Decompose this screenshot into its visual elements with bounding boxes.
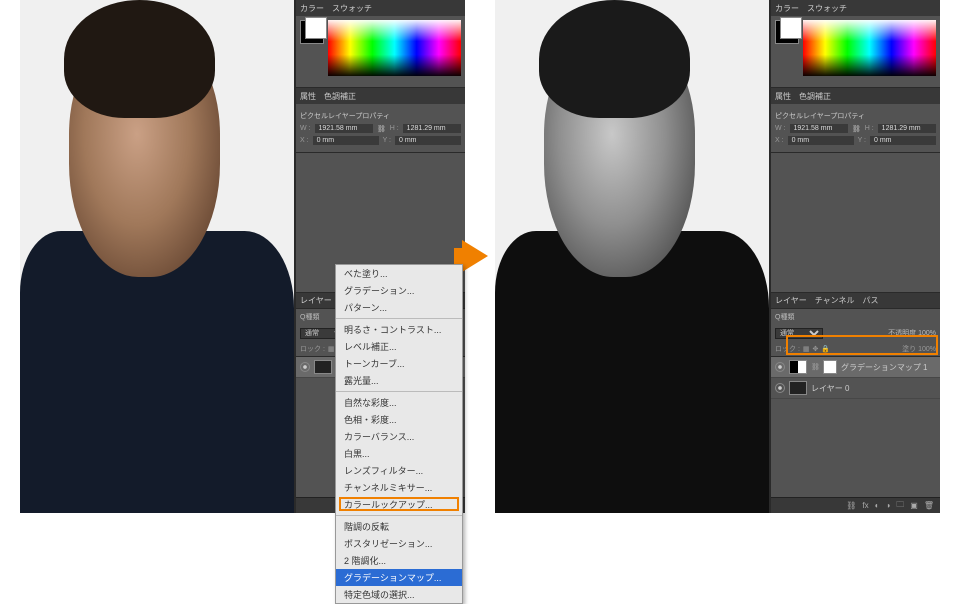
lock-all-icon[interactable]: 🔒 [821,345,830,353]
fill-value[interactable]: 100% [918,346,936,353]
menu-item[interactable]: グラデーション... [336,282,462,299]
menu-item[interactable]: 白黒... [336,445,462,462]
tab-channels[interactable]: チャンネル [815,295,855,306]
menu-item[interactable]: 明るさ・コントラスト... [336,321,462,338]
portrait-color [20,0,294,513]
color-tabbar: カラー スウォッチ [296,0,465,16]
x-field[interactable]: 0 mm [313,136,379,145]
x-field[interactable]: 0 mm [788,136,854,145]
layer-row-0[interactable]: レイヤー 0 [771,378,940,399]
portrait-bw [495,0,769,513]
lock-position-icon[interactable]: ✥ [813,345,819,353]
menu-item[interactable]: レンズフィルター... [336,462,462,479]
tab-properties[interactable]: 属性 [775,91,791,102]
menu-item[interactable]: チャンネルミキサー... [336,479,462,496]
menu-item[interactable]: 2 階調化... [336,552,462,569]
menu-item[interactable]: 特定色域の選択... [336,586,462,603]
visibility-icon[interactable] [775,383,785,393]
menu-item[interactable]: 階調の反転 [336,518,462,535]
menu-item[interactable]: カラーバランス... [336,428,462,445]
menu-item[interactable]: パターン... [336,299,462,316]
menu-item[interactable]: トーンカーブ... [336,355,462,372]
app-window-right: カラー スウォッチ 属性 色調補正 ピクセルレイヤープロパティ W : 1921… [495,0,940,513]
y-field[interactable]: 0 mm [395,136,461,145]
w-label: W : [300,125,311,132]
canvas-right[interactable] [495,0,770,513]
folder-icon[interactable]: 🗀 [896,499,904,513]
adjustment-layer-menu: べた塗り...グラデーション...パターン... 明るさ・コントラスト...レベル… [335,264,463,604]
menu-item[interactable]: ポスタリゼーション... [336,535,462,552]
fg-bg-swatch[interactable] [300,20,324,44]
link-icon[interactable]: ⛓ [811,363,819,371]
y-field[interactable]: 0 mm [870,136,936,145]
tab-color[interactable]: カラー [775,3,799,14]
right-panels-right: カラー スウォッチ 属性 色調補正 ピクセルレイヤープロパティ W : 1921… [770,0,940,513]
tab-swatches[interactable]: スウォッチ [807,3,847,14]
menu-item[interactable]: カラールックアップ... [336,496,462,513]
layer-thumb [314,360,332,374]
w-field[interactable]: 1921.58 mm [315,124,373,133]
tab-swatches[interactable]: スウォッチ [332,3,372,14]
tab-properties[interactable]: 属性 [300,91,316,102]
tab-color[interactable]: カラー [300,3,324,14]
visibility-icon[interactable] [300,362,310,372]
x-label: X : [300,137,309,144]
fg-bg-swatch[interactable] [775,20,799,44]
menu-item[interactable]: 露光量... [336,372,462,389]
kind-filter[interactable]: Q種類 [775,312,794,322]
h-field[interactable]: 1281.29 mm [403,124,461,133]
properties-panel: ピクセルレイヤープロパティ W : 1921.58 mm ⛓ H : 1281.… [296,104,465,153]
props-title: ピクセルレイヤープロパティ [300,111,390,121]
h-field[interactable]: 1281.29 mm [878,124,936,133]
tab-adjustments[interactable]: 色調補正 [799,91,831,102]
layer-name[interactable]: グラデーションマップ 1 [841,362,928,373]
mask-icon[interactable]: ◐ [875,501,880,510]
blend-mode-select[interactable]: 通常 [775,328,823,339]
kind-filter[interactable]: Q種類 [300,312,319,322]
lock-label: ロック : [300,344,325,354]
layers-panel-right: レイヤー チャンネル パス Q種類 通常 不透明度 100% ロック : ▦ ✥… [771,292,940,513]
arrow-icon [462,240,488,272]
tab-layers[interactable]: レイヤー [300,295,332,306]
tab-paths[interactable]: パス [863,295,879,306]
layer-row-gradmap[interactable]: ⛓ グラデーションマップ 1 [771,357,940,378]
props-tabbar: 属性 色調補正 [296,88,465,104]
menu-item[interactable]: レベル補正... [336,338,462,355]
menu-item[interactable]: 自然な彩度... [336,394,462,411]
menu-item[interactable]: 色相・彩度... [336,411,462,428]
visibility-icon[interactable] [775,362,785,372]
color-panel [296,16,465,88]
adjustment-thumb [789,360,807,374]
mask-thumb [823,360,837,374]
menu-item[interactable]: べた塗り... [336,265,462,282]
link-icon[interactable]: ⛓ [377,125,386,133]
link-icon[interactable]: ⛓ [852,125,861,133]
fx-icon[interactable]: fx [862,501,868,510]
tab-adjustments[interactable]: 色調補正 [324,91,356,102]
color-spectrum[interactable] [328,20,461,76]
layer-thumb [789,381,807,395]
w-field[interactable]: 1921.58 mm [790,124,848,133]
canvas-left[interactable] [20,0,295,513]
lock-pixels-icon[interactable]: ▦ [328,345,335,353]
lock-pixels-icon[interactable]: ▦ [803,345,810,353]
h-label: H : [390,125,399,132]
layer-name[interactable]: レイヤー 0 [811,383,849,394]
y-label: Y : [383,137,391,144]
color-spectrum[interactable] [803,20,936,76]
new-layer-icon[interactable]: ▣ [910,501,918,510]
menu-item[interactable]: グラデーションマップ... [336,569,462,586]
tab-layers[interactable]: レイヤー [775,295,807,306]
adjustment-menu-icon[interactable]: ◑ [885,501,890,510]
trash-icon[interactable]: 🗑 [924,501,934,510]
opacity-value[interactable]: 100% [918,330,936,337]
link-layers-icon[interactable]: ⛓ [846,501,856,510]
